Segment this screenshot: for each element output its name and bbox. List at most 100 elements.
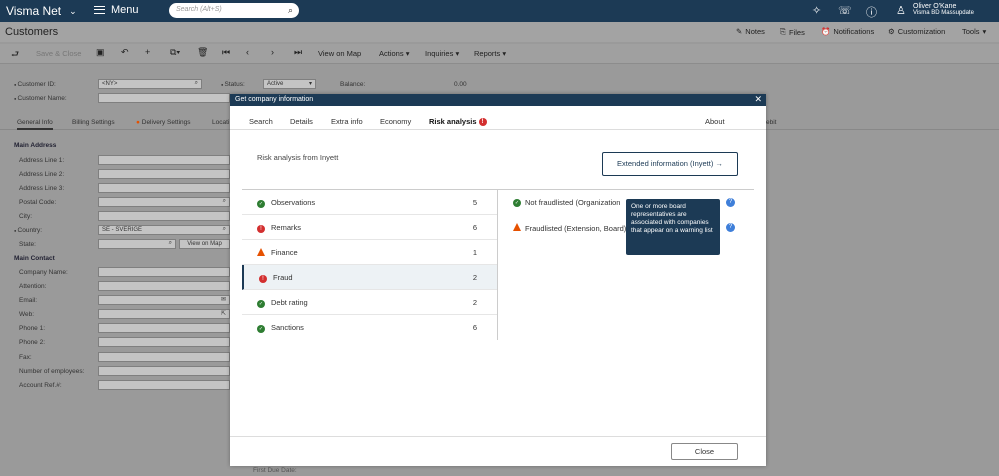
phone-1-label: Phone 1:: [19, 325, 46, 332]
bell-icon: ⏰: [821, 27, 831, 36]
files-label: Files: [789, 27, 805, 37]
menu-label: Menu: [111, 4, 139, 16]
tab-billing-settings[interactable]: Billing Settings: [72, 119, 115, 126]
email-label: Email:: [19, 297, 38, 304]
search-input[interactable]: Search (Alt+S) ⌕: [169, 3, 299, 18]
risk-row-observations[interactable]: ✓ Observations 5: [242, 190, 497, 215]
balance-label: Balance:: [340, 81, 366, 88]
country-field[interactable]: SE - SVERIGE ⌕: [98, 225, 230, 235]
risk-row-label: Sanctions: [271, 323, 304, 332]
address-line-2-field[interactable]: [98, 169, 230, 179]
search-icon: ⌕: [194, 80, 198, 86]
undo-icon[interactable]: ↶: [121, 47, 129, 58]
tab-extra-info[interactable]: Extra info: [331, 117, 363, 126]
address-line-1-label: Address Line 1:: [19, 157, 65, 164]
reports-menu[interactable]: Reports ▾: [474, 49, 506, 58]
risk-row-sanctions[interactable]: ✓ Sanctions 6: [242, 315, 497, 340]
risk-row-fraud[interactable]: ! Fraud 2: [242, 265, 497, 290]
tools-link[interactable]: Tools ▾: [962, 27, 986, 36]
inquiries-label: Inquiries: [425, 49, 454, 58]
next-record-icon[interactable]: ›: [271, 47, 274, 57]
save-icon[interactable]: ▣: [96, 47, 105, 58]
tab-direct-debit[interactable]: ebit: [766, 119, 776, 126]
risk-analysis-label: Risk analysis: [429, 117, 477, 126]
tab-about[interactable]: About: [705, 117, 725, 126]
back-icon[interactable]: ⮐: [11, 47, 19, 63]
first-record-icon[interactable]: ⏮: [222, 47, 230, 58]
view-on-map-button[interactable]: View on Map: [179, 239, 230, 249]
address-line-1-field[interactable]: [98, 155, 230, 165]
risk-row-remarks[interactable]: ! Remarks 6: [242, 215, 497, 240]
tab-search[interactable]: Search: [249, 117, 273, 126]
last-record-icon[interactable]: ⏭: [294, 47, 302, 58]
email-field[interactable]: ✉: [98, 295, 230, 305]
account-ref-label: Account Ref.#:: [19, 382, 62, 389]
tab-details[interactable]: Details: [290, 117, 313, 126]
help-icon[interactable]: ⓘ: [866, 4, 877, 20]
copy-icon[interactable]: ⧉▾: [170, 47, 180, 58]
extended-information-button[interactable]: Extended information (Inyett) →: [602, 152, 738, 176]
address-line-2-label: Address Line 2:: [19, 171, 65, 178]
search-placeholder: Search (Alt+S): [176, 6, 222, 13]
customization-link[interactable]: ⚙ Customization: [888, 27, 945, 36]
fax-field[interactable]: [98, 352, 230, 362]
close-icon[interactable]: ✕: [754, 94, 762, 105]
risk-row-debt-rating[interactable]: ✓ Debt rating 2: [242, 290, 497, 315]
chat-icon[interactable]: ☏: [838, 4, 852, 17]
phone-2-field[interactable]: [98, 337, 230, 347]
state-field[interactable]: ⌕: [98, 239, 176, 249]
risk-row-label: Fraud: [273, 273, 293, 282]
notes-label: Notes: [745, 27, 765, 36]
tab-delivery-settings[interactable]: ● Delivery Settings: [136, 119, 191, 126]
state-label: State:: [19, 241, 36, 248]
external-link-icon: ⇱: [220, 311, 226, 317]
postal-code-field[interactable]: ⌕: [98, 197, 230, 207]
search-icon: ⌕: [222, 226, 226, 232]
notes-link[interactable]: ✎ Notes: [736, 27, 765, 36]
reports-label: Reports: [474, 49, 501, 58]
address-line-3-field[interactable]: [98, 183, 230, 193]
tab-locations[interactable]: Locati: [212, 119, 229, 126]
notifications-link[interactable]: ⏰ Notifications: [821, 27, 874, 36]
phone-1-field[interactable]: [98, 323, 230, 333]
actions-menu[interactable]: Actions ▾: [379, 49, 409, 58]
city-label: City:: [19, 213, 32, 220]
add-icon[interactable]: +: [145, 47, 150, 57]
close-button[interactable]: Close: [671, 443, 738, 460]
web-field[interactable]: ⇱: [98, 309, 230, 319]
attention-field[interactable]: [98, 281, 230, 291]
help-icon[interactable]: ?: [726, 198, 735, 207]
status-select[interactable]: Active ▾: [263, 79, 316, 89]
delete-icon[interactable]: 🗑: [197, 47, 208, 58]
company-name-label: Company Name:: [19, 269, 68, 276]
detail-fraudlisted: Fraudlisted (Extension, Board): [513, 223, 626, 233]
risk-row-count: 5: [472, 198, 477, 207]
company-name-field[interactable]: [98, 267, 230, 277]
search-icon: ⌕: [168, 240, 172, 246]
employees-field[interactable]: [98, 366, 230, 376]
note-icon: ✎: [736, 27, 743, 36]
tab-general-info[interactable]: General Info: [17, 119, 53, 130]
help-icon[interactable]: ?: [726, 223, 735, 232]
inquiries-menu[interactable]: Inquiries ▾: [425, 49, 459, 58]
risk-row-finance[interactable]: Finance 1: [242, 240, 497, 265]
city-field[interactable]: [98, 211, 230, 221]
view-on-map-button[interactable]: View on Map: [318, 49, 361, 58]
files-link[interactable]: ⎘ Files: [780, 27, 805, 37]
risk-analysis-title: Risk analysis from Inyett: [257, 153, 339, 162]
save-close-button[interactable]: Save & Close: [36, 49, 81, 58]
balance-value: 0.00: [454, 81, 467, 88]
sparkle-icon[interactable]: ✧: [812, 4, 821, 17]
brand-switcher[interactable]: Visma Net ⌄: [6, 4, 77, 18]
user-menu[interactable]: Oliver O'Kane Visma BD Massupdate: [913, 3, 974, 17]
customer-id-field[interactable]: <NY> ⌕: [98, 79, 202, 89]
user-icon[interactable]: ♙: [896, 4, 906, 17]
account-ref-field[interactable]: [98, 380, 230, 390]
warning-triangle-icon: [513, 223, 521, 233]
menu-button[interactable]: Menu: [94, 4, 139, 16]
delivery-settings-label: Delivery Settings: [141, 119, 191, 126]
user-name: Oliver O'Kane: [913, 3, 957, 10]
tab-economy[interactable]: Economy: [380, 117, 411, 126]
prev-record-icon[interactable]: ‹: [246, 47, 249, 57]
customer-name-field[interactable]: [98, 93, 230, 103]
